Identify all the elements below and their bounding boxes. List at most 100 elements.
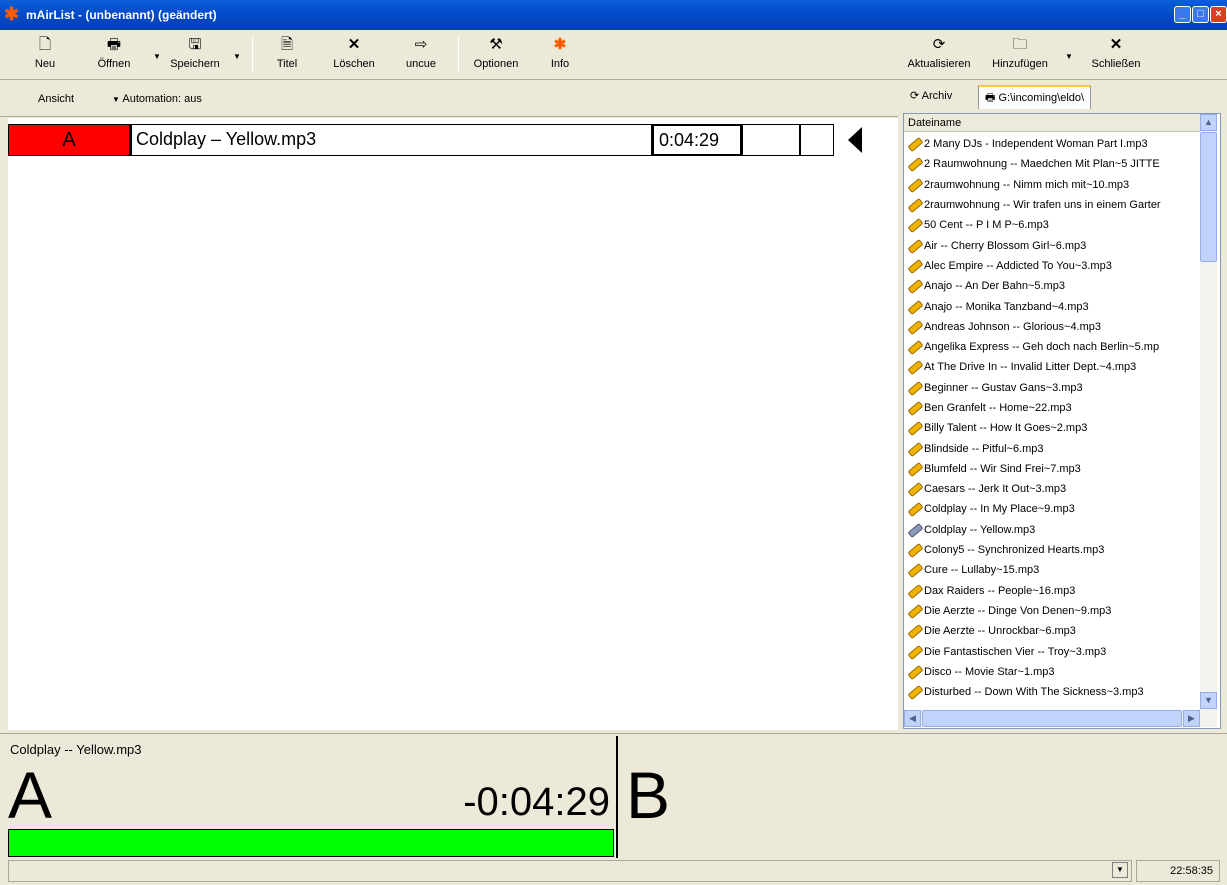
list-item-label: Anajo -- An Der Bahn~5.mp3 [924, 280, 1065, 293]
list-item[interactable]: 2raumwohnung -- Wir trafen uns in einem … [906, 195, 1200, 215]
scroll-thumb[interactable] [922, 710, 1182, 727]
audio-file-icon [906, 665, 922, 679]
scroll-up-icon[interactable]: ▲ [1200, 114, 1217, 131]
minimize-button[interactable]: _ [1174, 6, 1191, 23]
list-item[interactable]: Billy Talent -- How It Goes~2.mp3 [906, 418, 1200, 438]
list-item[interactable]: Alec Empire -- Addicted To You~3.mp3 [906, 256, 1200, 276]
info-button[interactable]: ✱ Info [545, 36, 575, 76]
list-item[interactable]: 2raumwohnung -- Nimm mich mit~10.mp3 [906, 175, 1200, 195]
add-dropdown-arrow[interactable]: ▼ [1065, 52, 1073, 61]
close-window-button[interactable]: × [1210, 6, 1227, 23]
player-panel: Coldplay -- Yellow.mp3 A -0:04:29 B [0, 733, 1227, 858]
uncue-button[interactable]: ⇨ uncue [402, 36, 440, 76]
vertical-scrollbar[interactable]: ▲ ▼ [1200, 114, 1217, 712]
scroll-right-icon[interactable]: ▶ [1183, 710, 1200, 727]
status-field [8, 860, 1132, 882]
list-item[interactable]: Die Aerzte -- Dinge Von Denen~9.mp3 [906, 601, 1200, 621]
list-item[interactable]: Anajo -- Monika Tanzband~4.mp3 [906, 296, 1200, 316]
delete-button-label: Löschen [333, 58, 375, 70]
list-item[interactable]: Colony5 -- Synchronized Hearts.mp3 [906, 540, 1200, 560]
player-a[interactable]: Coldplay -- Yellow.mp3 A -0:04:29 [6, 736, 618, 858]
file-list-items: 2 Many DJs - Independent Woman Part I.mp… [906, 134, 1200, 706]
add-button[interactable]: 🗀 Hinzufügen [986, 36, 1054, 76]
main-toolbar: 🗋 Neu 🖶 Öffnen ▼ 🖫 Speichern ▼ 🗎 Titel ✕… [0, 30, 898, 80]
list-item[interactable]: Coldplay -- In My Place~9.mp3 [906, 499, 1200, 519]
list-item[interactable]: Cure -- Lullaby~15.mp3 [906, 560, 1200, 580]
options-icon: ⚒ [489, 36, 503, 53]
tab-folder-label: G:\incoming\eldo\ [998, 92, 1085, 104]
refresh-button-label: Aktualisieren [907, 58, 971, 70]
cue-arrow-icon[interactable] [848, 127, 862, 153]
list-item[interactable]: Disturbed -- Down With The Sickness~3.mp… [906, 682, 1200, 702]
column-header-filename[interactable]: Dateiname [904, 114, 1200, 132]
title-button[interactable]: 🗎 Titel [270, 36, 304, 76]
list-item[interactable]: Blumfeld -- Wir Sind Frei~7.mp3 [906, 459, 1200, 479]
horizontal-scrollbar[interactable]: ◀ ▶ [904, 710, 1217, 727]
list-item[interactable]: Air -- Cherry Blossom Girl~6.mp3 [906, 235, 1200, 255]
audio-file-icon [906, 300, 922, 314]
player-a-progress-bar[interactable] [8, 829, 614, 857]
list-item[interactable]: Caesars -- Jerk It Out~3.mp3 [906, 479, 1200, 499]
audio-file-icon [906, 137, 922, 151]
new-button[interactable]: 🗋 Neu [30, 36, 60, 76]
list-item[interactable]: Coldplay -- Yellow.mp3 [906, 520, 1200, 540]
scroll-left-icon[interactable]: ◀ [904, 710, 921, 727]
list-item-label: At The Drive In -- Invalid Litter Dept.~… [924, 361, 1137, 374]
open-button-label: Öffnen [97, 58, 131, 70]
tab-folder[interactable]: 🖶 G:\incoming\eldo\ [978, 85, 1092, 109]
playlist-row[interactable]: A Coldplay – Yellow.mp3 0:04:29 [8, 124, 878, 156]
options-button[interactable]: ⚒ Optionen [468, 36, 524, 76]
automation-dropdown[interactable]: ▼ Automation: aus [112, 93, 202, 105]
audio-file-icon [906, 259, 922, 273]
audio-file-icon [906, 178, 922, 192]
list-item-label: Coldplay -- Yellow.mp3 [924, 523, 1036, 536]
window-titlebar: ✱ mAirList - (unbenannt) (geändert) _ □ … [0, 0, 1227, 30]
list-item[interactable]: 2 Many DJs - Independent Woman Part I.mp… [906, 134, 1200, 154]
list-item[interactable]: At The Drive In -- Invalid Litter Dept.~… [906, 357, 1200, 377]
list-item-label: Colony5 -- Synchronized Hearts.mp3 [924, 544, 1105, 557]
list-item[interactable]: Andreas Johnson -- Glorious~4.mp3 [906, 317, 1200, 337]
list-item[interactable]: Disco -- Movie Star~1.mp3 [906, 662, 1200, 682]
playlist: A Coldplay – Yellow.mp3 0:04:29 [8, 118, 898, 730]
list-item-label: 2raumwohnung -- Nimm mich mit~10.mp3 [924, 178, 1130, 191]
save-dropdown-arrow[interactable]: ▼ [233, 52, 241, 61]
list-item[interactable]: Die Aerzte -- Unrockbar~6.mp3 [906, 621, 1200, 641]
chevron-down-icon[interactable]: ▼ [1112, 862, 1128, 878]
save-button[interactable]: 🖫 Speichern [164, 36, 226, 76]
list-item[interactable]: Angelika Express -- Geh doch nach Berlin… [906, 337, 1200, 357]
audio-file-icon [906, 198, 922, 212]
options-button-label: Optionen [473, 58, 519, 70]
list-item[interactable]: Blindside -- Pitful~6.mp3 [906, 438, 1200, 458]
info-button-label: Info [550, 58, 570, 70]
audio-file-icon [906, 624, 922, 638]
delete-button[interactable]: ✕ Löschen [328, 36, 380, 76]
playlist-cell [800, 124, 834, 156]
open-dropdown-arrow[interactable]: ▼ [153, 52, 161, 61]
list-item-label: 2 Raumwohnung -- Maedchen Mit Plan~5 JIT… [924, 158, 1160, 171]
list-item[interactable]: 50 Cent -- P I M P~6.mp3 [906, 215, 1200, 235]
maximize-button[interactable]: □ [1192, 6, 1209, 23]
audio-file-icon [906, 482, 922, 496]
list-item[interactable]: Beginner -- Gustav Gans~3.mp3 [906, 378, 1200, 398]
playlist-cell [742, 124, 800, 156]
close-browser-button[interactable]: ✕ Schließen [1086, 36, 1146, 76]
open-button[interactable]: 🖶 Öffnen [92, 36, 136, 76]
window-title: mAirList - (unbenannt) (geändert) [26, 8, 217, 22]
list-item[interactable]: Ben Granfelt -- Home~22.mp3 [906, 398, 1200, 418]
list-item-label: Disturbed -- Down With The Sickness~3.mp… [924, 686, 1144, 699]
scroll-thumb[interactable] [1200, 132, 1217, 262]
list-item-label: Die Fantastischen Vier -- Troy~3.mp3 [924, 645, 1107, 658]
player-b[interactable]: B [620, 736, 1220, 858]
list-item[interactable]: 2 Raumwohnung -- Maedchen Mit Plan~5 JIT… [906, 154, 1200, 174]
list-item[interactable]: Anajo -- An Der Bahn~5.mp3 [906, 276, 1200, 296]
refresh-button[interactable]: ⟳ Aktualisieren [902, 36, 976, 76]
list-item-label: Die Aerzte -- Dinge Von Denen~9.mp3 [924, 604, 1112, 617]
audio-file-icon [906, 239, 922, 253]
list-item[interactable]: Die Fantastischen Vier -- Troy~3.mp3 [906, 641, 1200, 661]
list-item[interactable]: Dax Raiders -- People~16.mp3 [906, 581, 1200, 601]
view-menu[interactable]: Ansicht [38, 93, 74, 105]
list-item-label: Blindside -- Pitful~6.mp3 [924, 442, 1044, 455]
audio-file-icon [906, 157, 922, 171]
tab-archive[interactable]: ⟳ Archiv [904, 85, 958, 109]
scroll-down-icon[interactable]: ▼ [1200, 692, 1217, 709]
